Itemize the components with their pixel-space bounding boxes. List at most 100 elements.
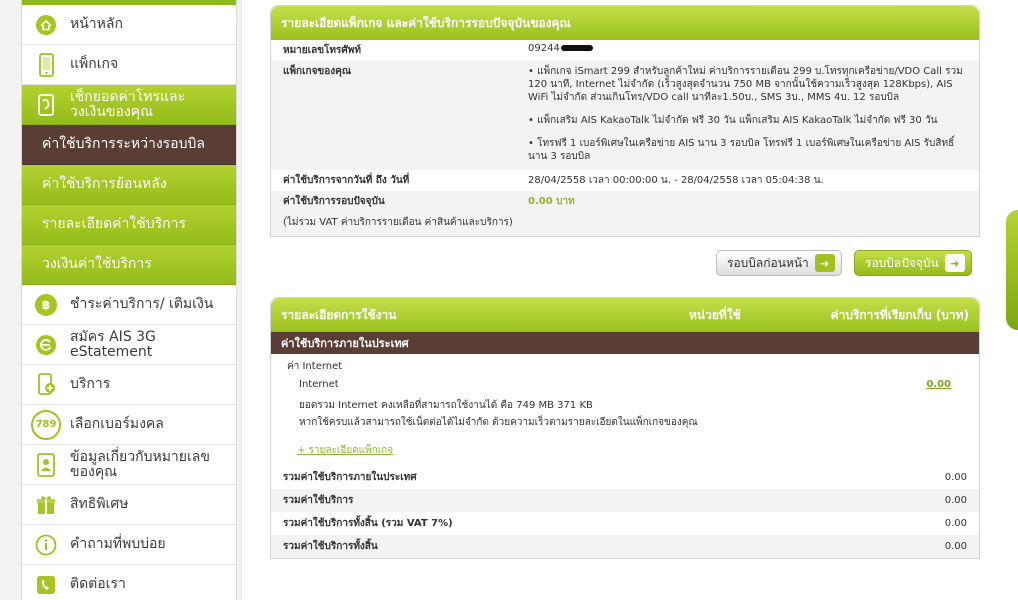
summary-table: หมายเลขโทรศัพท์ 09244 แพ็กเกจของคุณ • แพ… [271,40,979,236]
column-header-item: รายละเอียดการใช้งาน [281,307,397,322]
domestic-section-header: ค่าใช้บริการภายในประเทศ [271,332,979,354]
package-label: แพ็กเกจของคุณ [271,61,516,170]
sidebar-item-label: สมัคร AIS 3G eStatement [70,328,156,360]
info-icon [22,534,70,556]
internet-subsection-label: ค่า Internet [287,361,343,372]
column-divider [236,0,242,600]
sidebar-item-label: คำถามที่พบบ่อย [70,536,166,552]
sidebar-item-label: แพ็กเกจ [70,56,119,72]
redaction-mark [560,45,593,51]
package-summary-panel: รายละเอียดแพ็กเกจ และค่าใช้บริการรอบปัจจ… [270,5,980,237]
usage-table-header: รายละเอียดการใช้งาน หน่วยที่ใช้ ค่าบริกา… [271,298,979,332]
internet-line-item: Internet 0.00 [271,376,979,393]
internet-unlimited-note: หากใช้ครบแล้วสามารถใช้เน็ตต่อได้ไม่จำกัด… [299,417,698,428]
total-label: รวมค่าใช้บริการทั้งสิ้น [283,541,378,552]
user-info-icon [22,452,70,477]
sidebar-item-label: ค่าใช้บริการระหว่างรอบบิล [42,136,205,152]
package-list: • แพ็กเกจ iSmart 299 สำหรับลูกค้าใหม่ ค่… [516,61,979,170]
decorative-swoosh [1006,210,1018,330]
period-label: ค่าใช้บริการจากวันที่ ถึง วันที่ [283,175,410,186]
sidebar-menu: หน้าหลัก แพ็กเกจ เช็กยอดค่าโทรและวงเงินข… [22,0,236,600]
total-label: รวมค่าใช้บริการทั้งสิ้น (รวม VAT 7%) [283,518,453,529]
phone-value: 09244 [516,40,979,61]
arrow-right-icon: ➜ [814,254,835,272]
page-left-margin [0,0,22,600]
panel-title: รายละเอียดแพ็กเกจ และค่าใช้บริการรอบปัจจ… [281,15,571,30]
sidebar-subitem-details[interactable]: รายละเอียดค่าใช้บริการ [22,205,236,245]
phone-label: หมายเลขโทรศัพท์ [283,45,361,56]
sidebar-item-home[interactable]: หน้าหลัก [22,5,236,45]
total-value: 0.00 [944,541,967,552]
phone-icon [22,52,70,77]
sidebar-subitem-history[interactable]: ค่าใช้บริการย้อนหลัง [22,165,236,205]
gift-icon [22,494,70,516]
sidebar-item-label: ข้อมูลเกี่ยวกับหมายเลขของคุณ [70,448,210,480]
package-item: • แพ็กเสริม AIS KakaoTalk ไม่จำกัด ฟรี 3… [528,115,938,126]
baht-icon: ฿ [22,293,70,316]
sidebar-item-contact[interactable]: ติดต่อเรา [22,565,236,600]
button-label: รอบบิลก่อนหน้า [727,255,809,270]
column-header-charge: ค่าบริการที่เรียกเก็บ (บาท) [830,307,969,322]
total-value: 0.00 [944,495,967,506]
button-label: รอบบิลปัจจุบัน [865,255,939,270]
table-row: หมายเลขโทรศัพท์ 09244 [271,40,979,61]
table-row: ค่าใช้บริการรอบปัจจุบัน 0.00 บาท [271,191,979,212]
vat-note: (ไม่รวม VAT ค่าบริการรายเดือน ค่าสินค้าแ… [271,212,979,236]
sidebar-item-lucky-number[interactable]: 789 เลือกเบอร์มงคล [22,405,236,445]
sidebar-item-label: รายละเอียดค่าใช้บริการ [42,216,186,232]
total-value: 0.00 [944,472,967,483]
previous-cycle-button[interactable]: รอบบิลก่อนหน้า ➜ [716,250,842,276]
package-item: • แพ็กเกจ iSmart 299 สำหรับลูกค้าใหม่ ค่… [528,66,963,103]
main-content: รายละเอียดแพ็กเกจ และค่าใช้บริการรอบปัจจ… [270,5,980,559]
sidebar-subitem-credit-limit[interactable]: วงเงินค่าใช้บริการ [22,245,236,285]
package-details-link[interactable]: + รายละเอียดแพ็กเกจ [271,431,979,466]
table-row: ค่าใช้บริการจากวันที่ ถึง วันที่ 28/04/2… [271,170,979,191]
service-icon [22,372,70,397]
sidebar-item-estatement[interactable]: สมัคร AIS 3G eStatement [22,325,236,365]
sidebar-item-number-info[interactable]: ข้อมูลเกี่ยวกับหมายเลขของคุณ [22,445,236,485]
sidebar-item-services[interactable]: บริการ [22,365,236,405]
total-row-service: รวมค่าใช้บริการ 0.00 [271,489,979,512]
line-item-charge-link[interactable]: 0.00 [891,379,951,390]
home-icon [22,14,70,36]
sidebar-item-label: ค่าใช้บริการย้อนหลัง [42,176,167,192]
sidebar-item-label: ติดต่อเรา [70,576,126,592]
sidebar-subitem-current-cycle[interactable]: ค่าใช้บริการระหว่างรอบบิล [22,125,236,165]
package-item: • โทรฟรี 1 เบอร์พิเศษในเครือข่าย AIS นาน… [528,138,955,162]
sidebar-item-payment[interactable]: ฿ ชำระค่าบริการ/ เติมเงิน [22,285,236,325]
table-row: (ไม่รวม VAT ค่าบริการรายเดือน ค่าสินค้าแ… [271,212,979,236]
internet-remaining-note: ยอดรวม Internet คงเหลือที่สามารถใช้งานได… [299,400,593,411]
column-header-unit: หน่วยที่ใช้ [689,307,741,322]
table-row: แพ็กเกจของคุณ • แพ็กเกจ iSmart 299 สำหรั… [271,61,979,170]
cycle-button-row: รอบบิลก่อนหน้า ➜ รอบบิลปัจจุบัน ➜ [270,237,980,297]
current-charge-label: ค่าใช้บริการรอบปัจจุบัน [271,191,516,212]
total-label: รวมค่าใช้บริการ [283,495,354,506]
sidebar-item-label: เช็กยอดค่าโทรและวงเงินของคุณ [70,88,186,120]
total-row-grand: รวมค่าใช้บริการทั้งสิ้น 0.00 [271,535,979,558]
sidebar-item-label: วงเงินค่าใช้บริการ [42,256,152,272]
total-row-with-vat: รวมค่าใช้บริการทั้งสิ้น (รวม VAT 7%) 0.0… [271,512,979,535]
contact-icon [22,574,70,596]
total-row-domestic: รวมค่าใช้บริการภายในประเทศ 0.00 [271,466,979,489]
current-charge-value: 0.00 บาท [516,191,979,212]
bill-icon [22,93,70,117]
sidebar-item-faq[interactable]: คำถามที่พบบ่อย [22,525,236,565]
sidebar-item-label: เลือกเบอร์มงคล [70,416,164,432]
sidebar-item-label: ชำระค่าบริการ/ เติมเงิน [70,296,214,312]
current-cycle-button[interactable]: รอบบิลปัจจุบัน ➜ [854,250,972,276]
period-value: 28/04/2558 เวลา 00:00:00 น. - 28/04/2558… [528,175,824,186]
sidebar-item-package[interactable]: แพ็กเกจ [22,45,236,85]
sidebar-item-check-balance[interactable]: เช็กยอดค่าโทรและวงเงินของคุณ [22,85,236,125]
arrow-right-icon: ➜ [944,254,965,272]
lucky-number-icon: 789 [22,409,70,440]
sidebar-item-label: สิทธิพิเศษ [70,496,129,512]
sidebar-item-label: บริการ [70,376,111,392]
total-label: รวมค่าใช้บริการภายในประเทศ [283,472,417,483]
estatement-icon [22,334,70,356]
line-item-name: Internet [299,379,339,390]
sidebar-item-privileges[interactable]: สิทธิพิเศษ [22,485,236,525]
sidebar-item-label: หน้าหลัก [70,16,123,32]
usage-details-panel: รายละเอียดการใช้งาน หน่วยที่ใช้ ค่าบริกา… [270,297,980,559]
total-value: 0.00 [944,518,967,529]
panel-header: รายละเอียดแพ็กเกจ และค่าใช้บริการรอบปัจจ… [271,6,979,40]
